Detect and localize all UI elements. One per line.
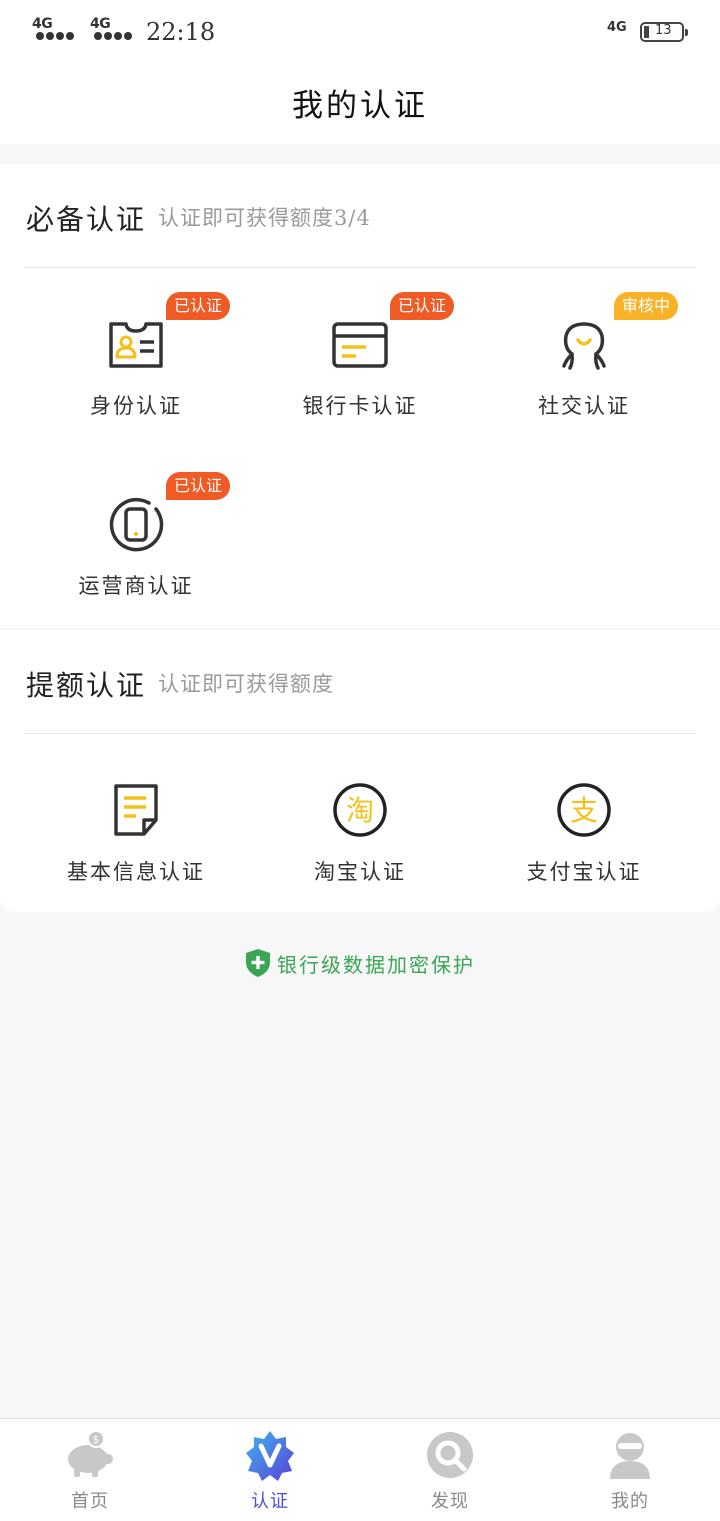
tab-home[interactable]: $ 首页: [0, 1419, 180, 1521]
title-bar: 我的认证: [0, 64, 720, 144]
basic-info-verification-item[interactable]: 基本信息认证: [24, 758, 248, 908]
discover-icon: [427, 1432, 473, 1478]
battery-level: 13: [655, 23, 672, 38]
taobao-verification-item[interactable]: 淘 淘宝认证: [248, 758, 472, 908]
required-verification-card: 必备认证 认证即可获得额度3/4 已认证 身份认证 已认证 银行卡认证 审核中: [0, 164, 720, 628]
verify-v-icon: [246, 1431, 294, 1481]
boost-section-title: 提额认证: [26, 669, 147, 702]
alipay-glyph: 支: [570, 794, 598, 827]
bank-card-verification-label: 银行卡认证: [302, 394, 418, 418]
svg-text:$: $: [93, 1433, 100, 1446]
page-title: 我的认证: [292, 88, 428, 124]
bank-card-verification-item[interactable]: 已认证 银行卡认证: [248, 292, 472, 442]
social-icon: [562, 322, 606, 370]
required-section-header: 必备认证 认证即可获得额度3/4: [26, 164, 696, 266]
signal-strength-1: 4G: [32, 16, 82, 44]
tab-mine[interactable]: 我的: [540, 1419, 720, 1521]
taobao-icon: 淘: [333, 783, 387, 837]
tab-verify-label: 认证: [251, 1491, 289, 1512]
tab-mine-label: 我的: [611, 1491, 649, 1512]
status-badge: 已认证: [166, 472, 231, 500]
alipay-verification-item[interactable]: 支 支付宝认证: [472, 758, 696, 908]
piggy-bank-icon: $: [68, 1430, 113, 1477]
identity-verification-label: 身份认证: [90, 394, 182, 418]
bank-card-icon: [332, 322, 388, 368]
carrier-verification-item[interactable]: 已认证 运营商认证: [24, 472, 248, 622]
tab-verify[interactable]: 认证: [180, 1419, 360, 1521]
profile-icon: [610, 1433, 650, 1479]
divider: [24, 733, 696, 734]
social-verification-label: 社交认证: [538, 394, 630, 418]
battery-icon: 13: [640, 22, 688, 42]
tab-discover[interactable]: 发现: [360, 1419, 540, 1521]
security-note-text: 银行级数据加密保护: [277, 952, 475, 977]
boost-verification-card: 提额认证 认证即可获得额度 基本信息认证 淘 淘宝认证 支 支付宝认证: [0, 630, 720, 912]
id-card-icon: [109, 322, 163, 368]
tab-home-label: 首页: [71, 1491, 109, 1512]
document-icon: [114, 784, 158, 836]
identity-verification-item[interactable]: 已认证 身份认证: [24, 292, 248, 442]
taobao-verification-label: 淘宝认证: [314, 860, 406, 884]
shield-plus-icon: [246, 949, 270, 977]
status-bar: 4G 4G 22:18 4G 13: [0, 0, 720, 64]
required-section-title: 必备认证: [26, 203, 147, 236]
carrier-verification-label: 运营商认证: [78, 574, 194, 598]
boost-section-subtitle: 认证即可获得额度: [158, 672, 334, 696]
required-section-subtitle: 认证即可获得额度3/4: [158, 206, 371, 230]
alipay-verification-label: 支付宝认证: [526, 860, 642, 884]
bottom-tab-bar: $ 首页 认证 发现 我的: [0, 1418, 720, 1521]
phone-icon: [109, 497, 164, 552]
social-verification-item[interactable]: 审核中 社交认证: [472, 292, 696, 442]
status-badge: 已认证: [166, 292, 231, 320]
status-badge: 审核中: [614, 292, 679, 320]
divider: [24, 267, 696, 268]
status-badge: 已认证: [390, 292, 455, 320]
signal-label-1: 4G: [32, 16, 53, 32]
signal-strength-2: 4G: [90, 16, 140, 44]
signal-label-2: 4G: [90, 16, 111, 32]
taobao-glyph: 淘: [346, 794, 374, 827]
security-note: 银行级数据加密保护: [0, 948, 720, 982]
tab-discover-label: 发现: [431, 1491, 469, 1512]
clock: 22:18: [146, 18, 216, 46]
boost-section-header: 提额认证 认证即可获得额度: [26, 630, 696, 732]
network-indicator: 4G: [607, 20, 627, 35]
alipay-icon: 支: [557, 783, 611, 837]
basic-info-verification-label: 基本信息认证: [67, 860, 205, 884]
